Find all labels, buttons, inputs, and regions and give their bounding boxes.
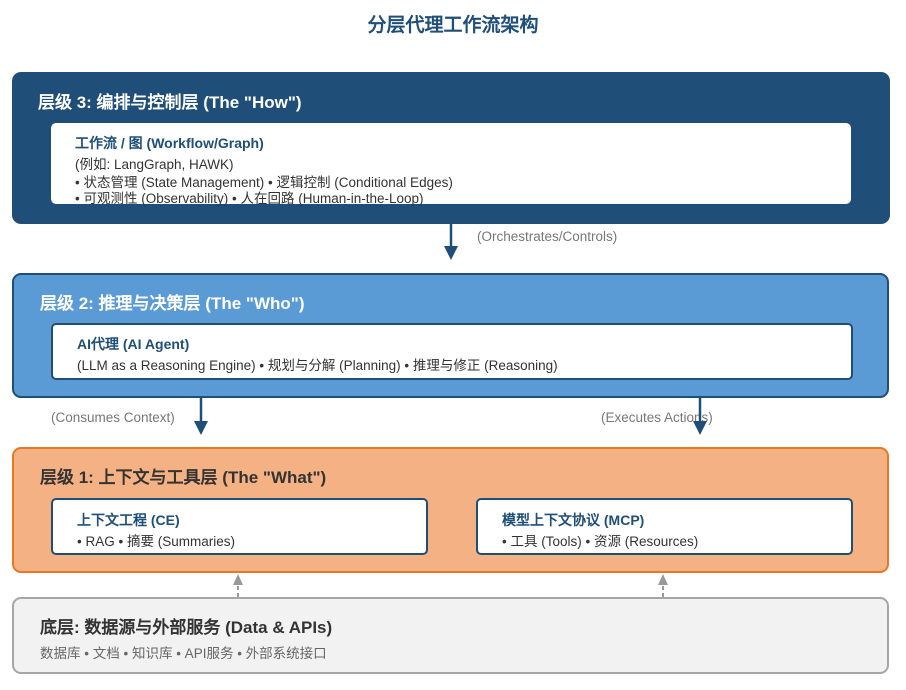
arrow-data-to-mcp xyxy=(658,574,668,597)
connector-arrows xyxy=(194,224,707,597)
arrow-executes xyxy=(693,398,707,435)
arrow-data-to-ce xyxy=(233,574,243,597)
arrow-consumes xyxy=(194,398,208,435)
arrow-orchestrates xyxy=(444,224,458,260)
